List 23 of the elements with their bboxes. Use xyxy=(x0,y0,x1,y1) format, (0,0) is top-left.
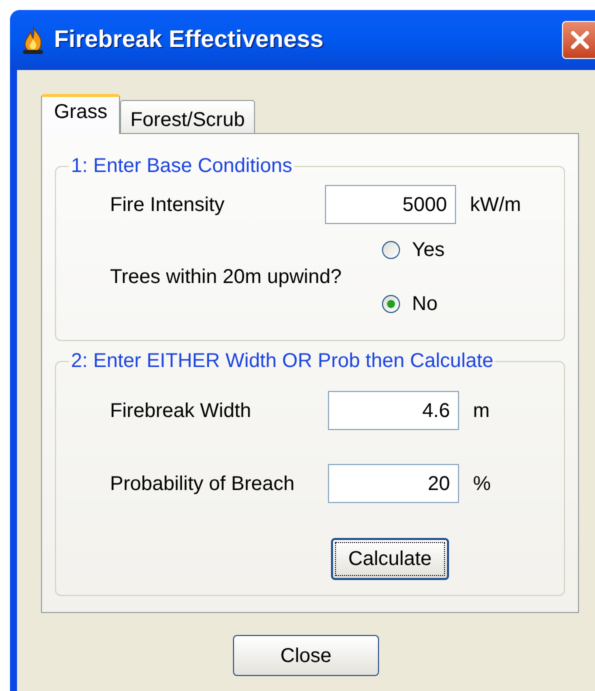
group-title: 1: Enter Base Conditions xyxy=(70,154,294,179)
flame-icon xyxy=(20,25,46,55)
unit-label: kW/m xyxy=(469,192,522,218)
input-field[interactable]: 20 xyxy=(328,464,459,503)
field-label: Probability of Breach xyxy=(110,472,296,496)
tab[interactable]: Forest/Scrub xyxy=(120,100,255,133)
radio-button[interactable] xyxy=(382,295,400,313)
radio-label: Yes xyxy=(412,238,445,263)
radio-button[interactable] xyxy=(382,241,400,259)
unit-label: % xyxy=(472,472,492,496)
window-title: Firebreak Effectiveness xyxy=(54,25,324,55)
question-label: Trees within 20m upwind? xyxy=(110,265,343,290)
close-icon[interactable] xyxy=(562,21,595,59)
calculate-button[interactable]: Calculate xyxy=(331,538,449,580)
close-button[interactable]: Close xyxy=(233,635,379,676)
input-field[interactable]: 5000 xyxy=(325,185,456,224)
unit-label: m xyxy=(472,398,491,424)
field-label: Firebreak Width xyxy=(110,398,252,424)
radio-label: No xyxy=(412,292,438,317)
input-field[interactable]: 4.6 xyxy=(328,391,459,430)
field-label: Fire Intensity xyxy=(110,192,226,218)
group-title: 2: Enter EITHER Width OR Prob then Calculate xyxy=(70,349,494,374)
tab[interactable]: Grass xyxy=(41,94,120,134)
